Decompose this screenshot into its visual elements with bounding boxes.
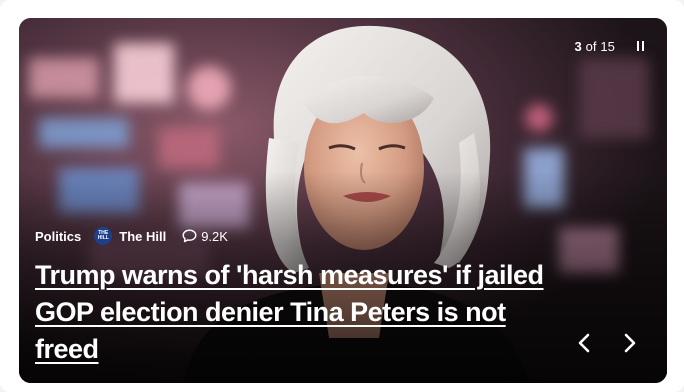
source-name: The Hill (119, 228, 167, 244)
previous-slide-button[interactable] (569, 328, 599, 358)
slide-separator: of (585, 39, 597, 54)
slide-counter: 3 of 15 (575, 39, 616, 54)
carousel-container: 3 of 15 Politics THE HILL The Hill 9.2K … (0, 0, 684, 392)
slide-current: 3 (574, 39, 582, 54)
pause-icon[interactable] (633, 38, 647, 54)
comment-icon (182, 229, 197, 243)
category-link[interactable]: Politics (35, 229, 81, 244)
source-link[interactable]: THE HILL The Hill (94, 227, 166, 245)
next-slide-button[interactable] (615, 328, 645, 358)
news-carousel-card[interactable]: 3 of 15 Politics THE HILL The Hill 9.2K … (19, 18, 667, 383)
slide-total: 15 (600, 39, 615, 54)
article-meta: Politics THE HILL The Hill 9.2K (35, 227, 228, 245)
chevron-right-icon (624, 333, 636, 353)
comments-count: 9.2K (201, 228, 228, 244)
chevron-left-icon (578, 333, 590, 353)
pause-bar-left (636, 41, 639, 51)
source-logo: THE HILL (94, 227, 113, 245)
pause-bar-right (641, 41, 644, 51)
comments-link[interactable]: 9.2K (182, 229, 228, 244)
article-headline[interactable]: Trump warns of 'harsh measures' if jaile… (35, 257, 575, 368)
